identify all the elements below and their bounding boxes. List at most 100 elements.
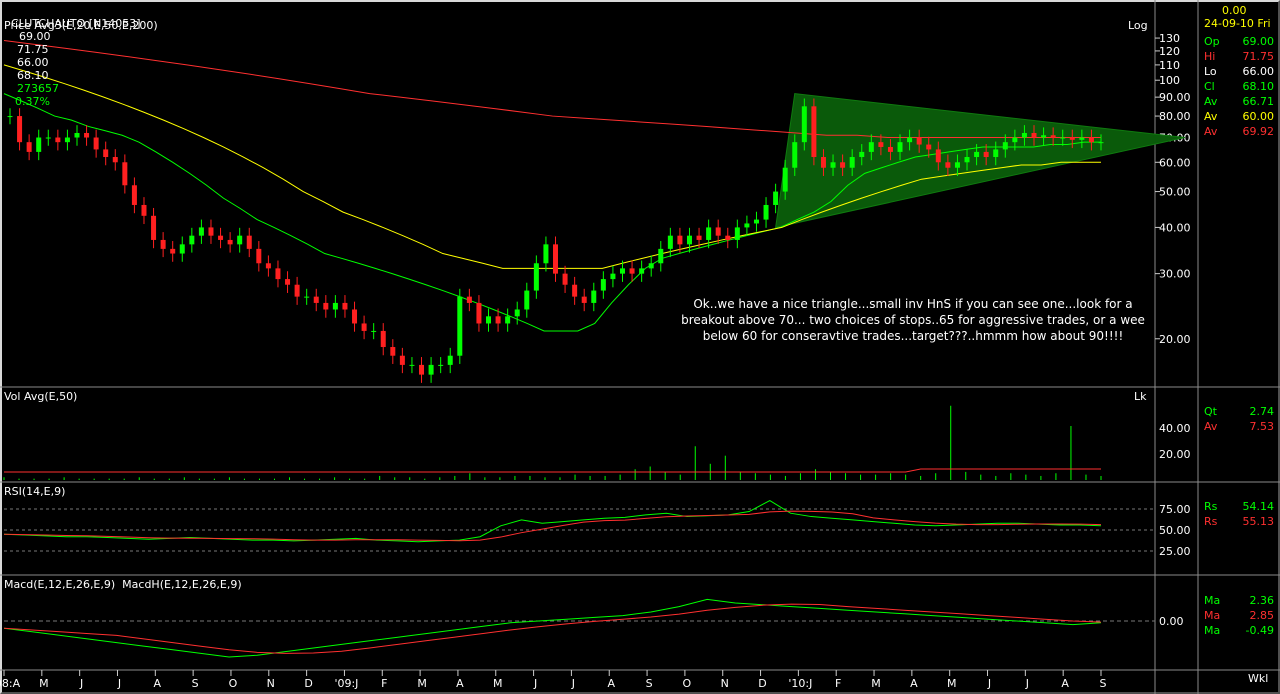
candle-body xyxy=(686,235,692,245)
candle-body xyxy=(112,157,118,163)
price-tick-label: 100 xyxy=(1159,74,1180,87)
sidebar-row-value: 55.13 xyxy=(1242,515,1275,528)
candle-body xyxy=(1012,137,1018,143)
volume-scale-label: Lk xyxy=(1134,390,1147,403)
log-scale-label[interactable]: Log xyxy=(1128,19,1148,32)
sidebar-row-label: Rs xyxy=(1204,515,1218,528)
candle-body xyxy=(131,185,137,205)
candle-body xyxy=(361,323,367,331)
candle-body xyxy=(227,239,233,245)
x-tick-label: S xyxy=(192,677,199,690)
candle-body xyxy=(820,157,826,168)
candle-body xyxy=(734,227,740,240)
triangle-pattern xyxy=(775,93,1186,229)
candle-body xyxy=(390,347,396,356)
candle-body xyxy=(103,149,109,158)
volume-tick-label: 20.00 xyxy=(1159,448,1191,461)
candle-body xyxy=(658,248,664,264)
candle-body xyxy=(1021,132,1027,138)
price-panel-label: Price Avg3(E,20,E,50,E,200) xyxy=(4,19,158,32)
sidebar-row-lo: Lo 66.00 xyxy=(1204,65,1274,80)
x-tick-label: O xyxy=(683,677,692,690)
macd-panel-label: Macd(E,12,E,26,E,9) MacdH(E,12,E,26,E,9) xyxy=(4,578,242,591)
sidebar-row-ma: Ma -0.49 xyxy=(1204,624,1274,639)
x-tick-label: J xyxy=(79,677,83,690)
candle-body xyxy=(74,132,80,138)
candle-body xyxy=(1088,137,1094,143)
candle-body xyxy=(840,162,846,168)
candle-body xyxy=(55,137,61,143)
candle-body xyxy=(447,355,453,365)
period-label[interactable]: Wkl xyxy=(1248,672,1268,686)
candle-body xyxy=(954,162,960,168)
x-tick-label: '08:A xyxy=(0,677,21,690)
candle-body xyxy=(352,309,358,324)
candle-body xyxy=(64,137,70,143)
candle-body xyxy=(562,273,568,285)
candle-body xyxy=(629,268,635,274)
price-tick-label: 30.00 xyxy=(1159,268,1191,281)
x-tick-label: M xyxy=(493,677,503,690)
x-tick-label: M xyxy=(947,677,957,690)
candle-body xyxy=(887,146,893,152)
candle-body xyxy=(916,137,922,145)
rsi-line xyxy=(3,500,1102,543)
x-tick-label: S xyxy=(646,677,653,690)
candle-body xyxy=(974,151,980,158)
candle-body xyxy=(141,204,147,216)
sidebar-row-ma: Ma 2.85 xyxy=(1204,609,1274,624)
candle-body xyxy=(466,296,472,303)
sidebar-row-label: Cl xyxy=(1204,80,1215,93)
candle-body xyxy=(773,191,779,205)
x-tick-label: D xyxy=(304,677,312,690)
sidebar-row-rs: Rs 55.13 xyxy=(1204,515,1274,530)
annotation-line: Ok..we have a nice triangle...small inv … xyxy=(693,297,1133,311)
x-tick-label: S xyxy=(1100,677,1107,690)
x-tick-label: N xyxy=(721,677,729,690)
x-tick-label: N xyxy=(267,677,275,690)
sidebar-row-value: 68.10 xyxy=(1242,80,1275,93)
sidebar-date: 24-09-10 Fri xyxy=(1204,17,1271,30)
candle-body xyxy=(371,330,377,332)
candle-body xyxy=(706,227,712,240)
x-tick-label: D xyxy=(758,677,766,690)
x-tick-label: M xyxy=(871,677,881,690)
candle-body xyxy=(428,364,434,375)
candle-body xyxy=(399,355,405,365)
candle-body xyxy=(304,296,310,298)
sidebar-row-cl: Cl 68.10 xyxy=(1204,80,1274,95)
candle-body xyxy=(811,106,817,158)
candle-body xyxy=(495,316,501,324)
candle-body xyxy=(878,142,884,147)
candle-body xyxy=(926,144,932,150)
candle-body xyxy=(859,151,865,158)
close-value: 68.10 xyxy=(17,69,49,82)
candle-body xyxy=(1050,135,1056,138)
chart-annotation: Ok..we have a nice triangle...small inv … xyxy=(668,296,1158,344)
candle-body xyxy=(897,142,903,152)
x-tick-label: J xyxy=(533,677,537,690)
x-tick-label: M xyxy=(39,677,49,690)
rsi-panel-label: RSI(14,E,9) xyxy=(4,485,66,498)
candle-body xyxy=(1069,137,1075,140)
macd-signal-line xyxy=(3,603,1102,654)
candle-body xyxy=(198,227,204,236)
sidebar-row-av: Av 66.71 xyxy=(1204,95,1274,110)
candle-body xyxy=(84,132,90,138)
annotation-line: breakout above 70... two choices of stop… xyxy=(681,313,1145,327)
candle-body xyxy=(1041,135,1047,138)
candle-body xyxy=(572,284,578,297)
candle-body xyxy=(591,290,597,303)
candle-body xyxy=(801,106,807,143)
x-tick-label: A xyxy=(1061,677,1069,690)
candle-body xyxy=(1031,132,1037,138)
price-tick-label: 20.00 xyxy=(1159,333,1191,346)
candle-body xyxy=(533,263,539,291)
candle-body xyxy=(7,116,13,118)
sidebar-ohlc: Op 69.00 Hi 71.75 Lo 66.00 Cl 68.10 Av 66.71 Av 60.… xyxy=(1204,35,1274,140)
candle-body xyxy=(1098,142,1104,144)
candle-body xyxy=(610,273,616,280)
candle-body xyxy=(409,364,415,366)
candle-body xyxy=(237,235,243,245)
candle-body xyxy=(581,296,587,303)
